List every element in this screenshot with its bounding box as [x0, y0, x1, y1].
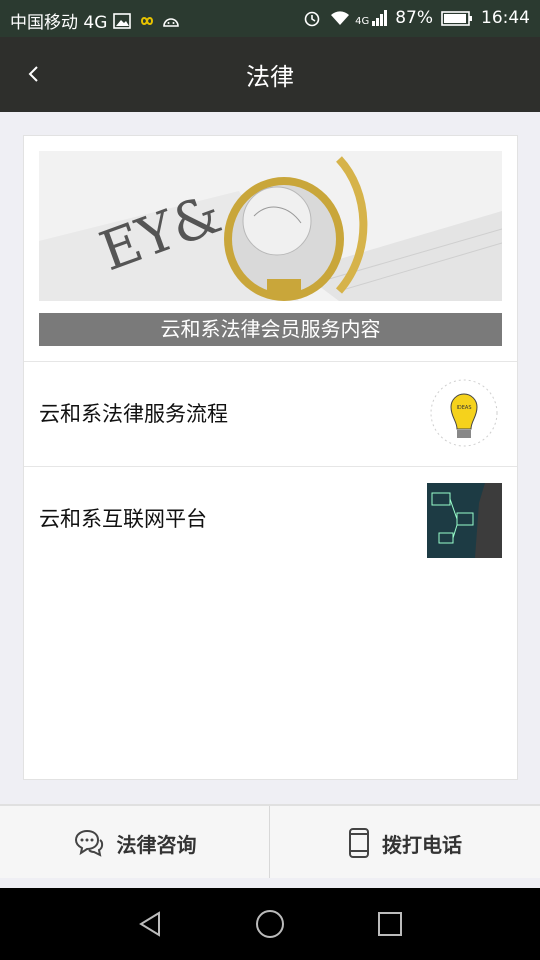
carrier-label: 中国移动 4G	[10, 13, 108, 33]
bottom-action-bar: 法律咨询 拨打电话	[0, 804, 540, 880]
consult-button[interactable]: 法律咨询	[0, 806, 269, 880]
hero-caption[interactable]: 云和系法律会员服务内容	[39, 313, 502, 346]
hero-image[interactable]: EY&	[39, 151, 503, 301]
system-home-button[interactable]	[250, 908, 290, 940]
network-type-label: 4G	[355, 16, 370, 27]
alarm-icon	[303, 9, 321, 27]
consult-label: 法律咨询	[116, 832, 197, 857]
battery-icon	[441, 9, 473, 27]
nav-bar: 法律	[0, 37, 540, 112]
status-bar-right: 4G 87% 16:44	[303, 8, 530, 28]
list-item-label: 云和系互联网平台	[39, 507, 207, 531]
phone-icon	[349, 828, 369, 858]
system-nav-bar	[0, 888, 540, 960]
circle-home-icon	[256, 910, 284, 938]
list-item-label: 云和系法律服务流程	[39, 402, 228, 426]
network-thumbnail	[427, 483, 502, 558]
page-title: 法律	[246, 63, 294, 91]
lightbulb-thumbnail: IDEAS	[427, 377, 502, 452]
battery-percent: 87%	[395, 8, 433, 28]
svg-text:IDEAS: IDEAS	[456, 405, 471, 411]
list-item-service-process[interactable]: 云和系法律服务流程 IDEAS	[24, 362, 517, 466]
call-button[interactable]: 拨打电话	[270, 806, 540, 880]
clock: 16:44	[481, 8, 530, 28]
image-icon	[113, 12, 132, 30]
status-bar-left: 中国移动 4G	[10, 8, 180, 33]
android-icon	[161, 12, 180, 30]
list-item-internet-platform[interactable]: 云和系互联网平台	[24, 467, 517, 571]
signal-icon: 4G	[355, 9, 388, 27]
infinity-icon	[137, 12, 155, 30]
system-back-button[interactable]	[130, 908, 170, 940]
content-card: EY& 云和系法律会员服务内容 云和系法律服务流程 IDEAS 云和系互联网平台	[23, 135, 518, 780]
status-bar: 中国移动 4G 4G 87% 16:44	[0, 0, 540, 37]
triangle-back-icon	[139, 911, 160, 937]
call-label: 拨打电话	[382, 832, 462, 857]
chat-bubbles-icon	[74, 829, 103, 857]
wifi-icon	[329, 9, 350, 27]
bottom-gap	[0, 878, 540, 888]
system-recents-button[interactable]	[370, 908, 410, 940]
square-recents-icon	[378, 912, 402, 936]
